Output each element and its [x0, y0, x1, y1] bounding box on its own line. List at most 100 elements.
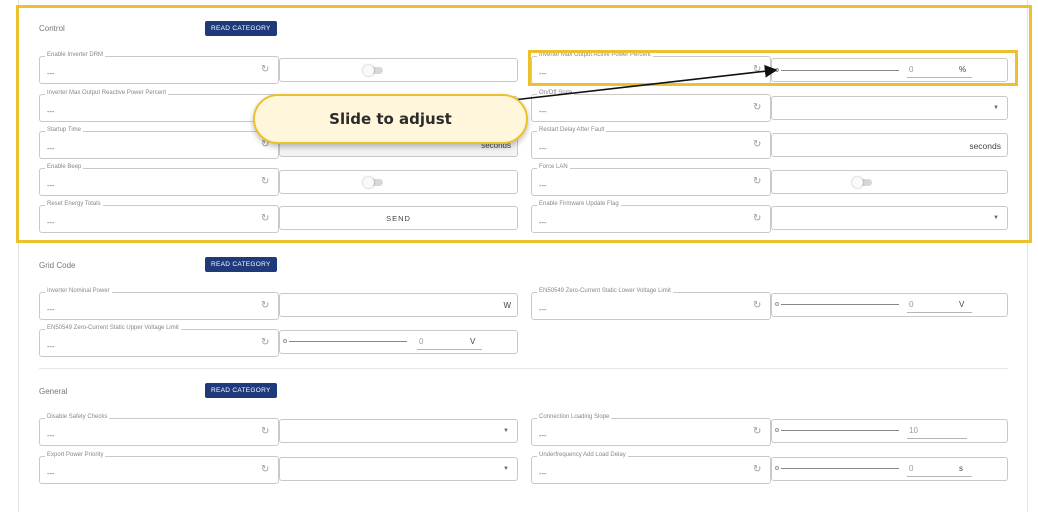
refresh-icon[interactable]: ↻ [261, 338, 271, 348]
slider-track[interactable] [289, 341, 407, 342]
slider-track[interactable] [781, 304, 899, 305]
startup-time-field: Startup Time --- ↻ [39, 127, 279, 159]
field-label: On/Off State [537, 90, 575, 96]
enable-inverter-drm-toggle[interactable] [363, 65, 383, 76]
upper-voltage-slider-box: 0 V [279, 330, 518, 354]
unit-label: V [470, 337, 476, 346]
slider-handle[interactable] [775, 428, 779, 432]
field-value: --- [47, 469, 55, 478]
field-value: --- [47, 305, 55, 314]
unit-label: V [959, 300, 965, 309]
nominal-power-input[interactable]: W [279, 293, 518, 317]
field-label: Connection Loading Slope [537, 414, 612, 420]
field-value: --- [47, 69, 55, 78]
read-category-grid-code-button[interactable]: READ CATEGORY [205, 257, 277, 272]
slider-underline [907, 77, 972, 78]
chevron-down-icon[interactable]: ▼ [503, 466, 509, 472]
slider-value[interactable]: 0 [419, 337, 423, 346]
field-label: Enable Beep [45, 164, 84, 170]
field-value: --- [539, 69, 547, 78]
refresh-icon[interactable]: ↻ [753, 214, 763, 224]
send-button[interactable]: SEND [279, 206, 518, 230]
send-label: SEND [386, 214, 411, 223]
field-value: --- [539, 218, 547, 227]
field-value: --- [539, 469, 547, 478]
field-label: EN50549 Zero-Current Static Lower Voltag… [537, 288, 673, 294]
slider-value[interactable]: 0 [909, 300, 913, 309]
enable-beep-field: Enable Beep --- ↻ [39, 164, 279, 196]
slider-track[interactable] [781, 468, 899, 469]
slide-to-adjust-callout: Slide to adjust [253, 94, 528, 144]
disable-safety-field: Disable Safety Checks --- ↻ [39, 414, 279, 446]
slider-value[interactable]: 0 [909, 65, 913, 74]
section-title-control: Control [39, 24, 65, 33]
refresh-icon[interactable]: ↻ [753, 140, 763, 150]
chevron-down-icon[interactable]: ▼ [503, 428, 509, 434]
field-label: Inverter Max Output Active Power Percent [537, 52, 653, 58]
enable-inverter-drm-toggle-box [279, 58, 518, 82]
slider-handle[interactable] [775, 466, 779, 470]
slider-track[interactable] [781, 430, 899, 431]
slider-underline [417, 349, 482, 350]
firmware-flag-select[interactable]: ▼ [771, 206, 1008, 230]
refresh-icon[interactable]: ↻ [753, 427, 763, 437]
field-label: EN50549 Zero-Current Static Upper Voltag… [45, 325, 181, 331]
field-value: --- [539, 144, 547, 153]
field-label: Inverter Max Output Reactive Power Perce… [45, 90, 169, 96]
slider-handle[interactable] [775, 68, 779, 72]
field-value: --- [539, 181, 547, 190]
chevron-down-icon[interactable]: ▼ [993, 105, 999, 111]
unit-label: W [503, 301, 511, 310]
chevron-down-icon[interactable]: ▼ [993, 215, 999, 221]
slider-track[interactable] [781, 70, 899, 71]
slider-value[interactable]: 0 [909, 464, 913, 473]
toggle-knob[interactable] [363, 177, 374, 188]
field-value: --- [539, 431, 547, 440]
refresh-icon[interactable]: ↻ [753, 465, 763, 475]
slider-underline [907, 312, 972, 313]
field-label: Disable Safety Checks [45, 414, 110, 420]
force-lan-field: Force LAN --- ↻ [531, 164, 771, 196]
field-value: --- [47, 181, 55, 190]
refresh-icon[interactable]: ↻ [753, 103, 763, 113]
refresh-icon[interactable]: ↻ [261, 427, 271, 437]
loading-slope-slider-box: 10 [771, 419, 1008, 443]
toggle-knob[interactable] [363, 65, 374, 76]
slider-value[interactable]: 10 [909, 426, 918, 435]
slider-handle[interactable] [775, 302, 779, 306]
max-reactive-power-field: Inverter Max Output Reactive Power Perce… [39, 90, 279, 122]
field-label: Force LAN [537, 164, 570, 170]
force-lan-toggle[interactable] [852, 177, 872, 188]
field-label: Export Power Priority [45, 452, 106, 458]
refresh-icon[interactable]: ↻ [261, 177, 271, 187]
enable-inverter-drm-field: Enable Inverter DRM --- ↻ [39, 52, 279, 84]
refresh-icon[interactable]: ↻ [753, 65, 763, 75]
max-active-power-field: Inverter Max Output Active Power Percent… [531, 52, 771, 84]
refresh-icon[interactable]: ↻ [261, 214, 271, 224]
toggle-knob[interactable] [852, 177, 863, 188]
refresh-icon[interactable]: ↻ [261, 301, 271, 311]
disable-safety-select[interactable]: ▼ [279, 419, 518, 443]
export-priority-field: Export Power Priority --- ↻ [39, 452, 279, 484]
enable-beep-toggle[interactable] [363, 177, 383, 188]
on-off-state-select[interactable]: ▼ [771, 96, 1008, 120]
field-value: --- [47, 431, 55, 440]
refresh-icon[interactable]: ↻ [753, 177, 763, 187]
refresh-icon[interactable]: ↻ [261, 65, 271, 75]
lower-voltage-slider-box: 0 V [771, 293, 1008, 317]
field-value: --- [539, 305, 547, 314]
restart-delay-field: Restart Delay After Fault --- ↻ [531, 127, 771, 159]
read-category-control-button[interactable]: READ CATEGORY [205, 21, 277, 36]
read-category-general-button[interactable]: READ CATEGORY [205, 383, 277, 398]
nominal-power-field: Inverter Nominal Power --- ↻ [39, 288, 279, 320]
field-label: Inverter Nominal Power [45, 288, 112, 294]
restart-delay-input[interactable]: seconds [771, 133, 1008, 157]
refresh-icon[interactable]: ↻ [261, 465, 271, 475]
firmware-flag-field: Enable Firmware Update Flag --- ↻ [531, 201, 771, 233]
export-priority-select[interactable]: ▼ [279, 457, 518, 481]
refresh-icon[interactable]: ↻ [753, 301, 763, 311]
field-value: --- [47, 342, 55, 351]
slider-handle[interactable] [283, 339, 287, 343]
field-value: --- [47, 218, 55, 227]
field-label: Enable Inverter DRM [45, 52, 106, 58]
